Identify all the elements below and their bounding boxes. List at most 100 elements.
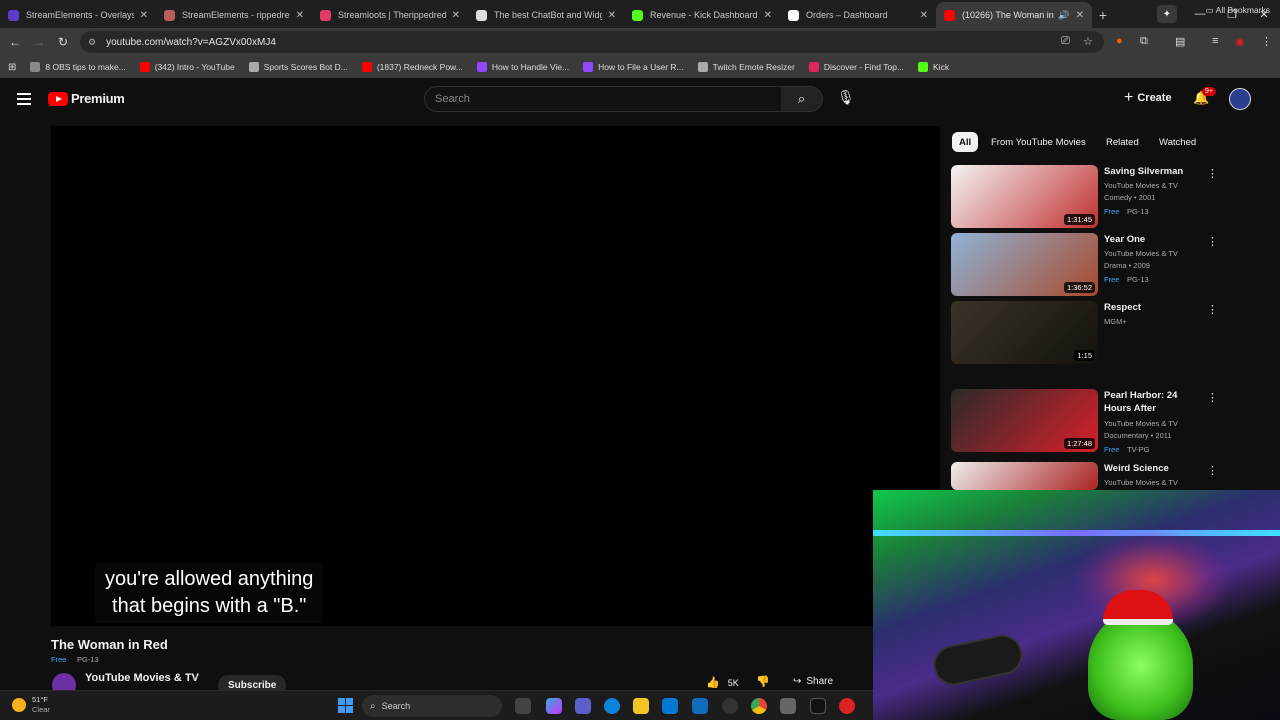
more-options-icon[interactable]: ⋮ [1207, 464, 1218, 477]
recommendation-free-badge: Free [1104, 445, 1120, 454]
new-tab-button[interactable]: + [1092, 2, 1114, 28]
tab-search-button[interactable]: ✦ [1157, 5, 1177, 23]
account-avatar[interactable] [1229, 88, 1251, 110]
dislike-button[interactable]: 👎 [756, 675, 770, 688]
terminal-icon[interactable] [810, 698, 826, 714]
browser-menu-icon[interactable]: ⋮ [1261, 35, 1272, 48]
extensions-puzzle-icon[interactable]: ⧉ [1140, 35, 1148, 48]
video-thumbnail[interactable]: 1:31:45 [951, 165, 1098, 228]
tab-audio-icon[interactable]: 🔊 [1058, 10, 1069, 21]
channel-name[interactable]: YouTube Movies & TV [85, 672, 199, 684]
all-bookmarks-folder[interactable]: ▭ All Bookmarks [1206, 5, 1270, 16]
video-thumbnail[interactable] [951, 462, 1098, 490]
recommendation-title[interactable]: Weird Science [1104, 462, 1204, 475]
obs-icon[interactable] [722, 698, 738, 714]
plus-icon: + [1124, 89, 1134, 106]
share-button[interactable]: ↪ Share [793, 676, 833, 687]
browser-tab-1[interactable]: StreamElements - rippedredne ✕ [156, 2, 312, 28]
extension-icon[interactable]: ● [1116, 35, 1123, 47]
tab-close-icon[interactable]: ✕ [764, 10, 772, 21]
browser-tab-0[interactable]: StreamElements - Overlays ✕ [0, 2, 156, 28]
recommendation-title[interactable]: Pearl Harbor: 24 Hours After [1104, 389, 1204, 415]
profile-avatar-icon[interactable]: ◉ [1235, 35, 1245, 48]
tab-close-icon[interactable]: ✕ [920, 10, 928, 21]
browser-tab-6[interactable]: (10266) The Woman in Red 🔊 ✕ [936, 2, 1092, 28]
task-view-icon[interactable] [515, 698, 531, 714]
recommendation-title[interactable]: Saving Silverman [1104, 165, 1204, 178]
recommendation-item[interactable]: 1:31:45 Saving Silverman YouTube Movies & … [951, 165, 1218, 228]
site-info-icon[interactable]: ⚙ [88, 37, 96, 48]
forward-button[interactable]: → [27, 35, 51, 49]
chrome-icon[interactable] [751, 698, 767, 714]
recommendation-item[interactable]: Weird Science YouTube Movies & TV ⋮ [951, 462, 1218, 490]
reload-button[interactable]: ↻ [51, 35, 75, 49]
recommendation-item[interactable]: 1:27:48 Pearl Harbor: 24 Hours After YouTu… [951, 389, 1218, 454]
tab-close-icon[interactable]: ✕ [608, 10, 616, 21]
tab-close-icon[interactable]: ✕ [1076, 10, 1084, 21]
tab-close-icon[interactable]: ✕ [296, 10, 304, 21]
video-thumbnail[interactable]: 1:27:48 [951, 389, 1098, 452]
duration-badge: 1:31:45 [1063, 214, 1095, 225]
tab-close-icon[interactable]: ✕ [452, 10, 460, 21]
bookmark-item[interactable]: Discover - Find Top... [808, 62, 904, 72]
back-button[interactable]: ← [3, 35, 27, 49]
like-button[interactable]: 👍 5K [706, 676, 739, 689]
browser-tab-4[interactable]: Revenue - Kick Dashboard ✕ [624, 2, 780, 28]
more-options-icon[interactable]: ⋮ [1207, 235, 1218, 248]
chip-from-youtube-movies[interactable]: From YouTube Movies [984, 132, 1093, 152]
url-text: youtube.com/watch?v=AGZVx00xMJ4 [106, 36, 276, 48]
more-options-icon[interactable]: ⋮ [1207, 391, 1218, 404]
bookmark-item[interactable]: Kick [918, 62, 949, 72]
search-button[interactable]: ⌕ [781, 86, 823, 112]
bookmark-item[interactable]: How to File a User R... [583, 62, 684, 72]
edge-icon[interactable] [604, 698, 620, 714]
bookmark-item[interactable]: How to Handle Vie... [476, 62, 569, 72]
chip-all[interactable]: All [952, 132, 979, 152]
tab-title: (10266) The Woman in Red [962, 10, 1054, 20]
app-icon[interactable] [780, 698, 796, 714]
recommendation-item[interactable]: 1:36:52 Year One YouTube Movies & TV Drama … [951, 233, 1218, 296]
voice-search-mic-icon[interactable]: 🎙 [837, 89, 855, 106]
browser-tab-5[interactable]: Orders – Dashboard ✕ [780, 2, 936, 28]
outlook-icon[interactable] [692, 698, 708, 714]
windows-start-icon[interactable] [338, 698, 353, 713]
search-input[interactable]: Search [424, 86, 782, 112]
bookmark-star-icon[interactable]: ☆ [1083, 35, 1093, 48]
tab-close-icon[interactable]: ✕ [140, 10, 148, 21]
video-thumbnail[interactable]: 1:15 [951, 301, 1098, 364]
bookmark-item[interactable]: Sports Scores Bot D... [248, 62, 348, 72]
streaming-app-icon[interactable] [839, 698, 855, 714]
copilot-icon[interactable] [546, 698, 562, 714]
bookmark-item[interactable]: Twitch Emote Resizer [697, 62, 795, 72]
menu-hamburger-icon[interactable] [17, 93, 31, 105]
create-button[interactable]: + Create [1124, 89, 1172, 107]
recommendation-title[interactable]: Year One [1104, 233, 1204, 246]
file-explorer-icon[interactable] [633, 698, 649, 714]
sidepanel-icon[interactable]: ▤ [1175, 35, 1185, 48]
apps-grid-icon[interactable]: ⊞ [8, 62, 16, 73]
taskbar-search[interactable]: ⌕ Search [362, 695, 502, 717]
teams-icon[interactable] [575, 698, 591, 714]
cast-icon[interactable]: ⎚ [1061, 35, 1070, 48]
youtube-logo-icon[interactable] [48, 92, 68, 106]
recommendation-title[interactable]: Respect [1104, 301, 1204, 314]
video-thumbnail[interactable]: 1:36:52 [951, 233, 1098, 296]
tab-favicon-icon [944, 9, 955, 21]
bookmark-item[interactable]: (342) Intro - YouTube [139, 62, 235, 72]
youtube-premium-label[interactable]: Premium [71, 91, 125, 106]
more-options-icon[interactable]: ⋮ [1207, 167, 1218, 180]
weather-widget[interactable]: 51°F Clear [12, 695, 50, 715]
recommendation-item[interactable]: 1:15 Respect MGM+ ⋮ [951, 301, 1218, 364]
bookmark-item[interactable]: 8 OBS tips to make... [30, 62, 126, 72]
bookmark-item[interactable]: (1837) Redneck Pow... [361, 62, 463, 72]
browser-tab-2[interactable]: Streamloots | Therippedredne ✕ [312, 2, 468, 28]
more-options-icon[interactable]: ⋮ [1207, 303, 1218, 316]
chip-watched[interactable]: Watched [1152, 132, 1203, 152]
address-bar[interactable]: ⚙ youtube.com/watch?v=AGZVx00xMJ4 [80, 31, 1104, 53]
media-controls-icon[interactable]: ≡ [1212, 35, 1218, 47]
video-player[interactable] [51, 126, 940, 626]
chip-related[interactable]: Related [1099, 132, 1146, 152]
store-icon[interactable] [662, 698, 678, 714]
browser-tab-3[interactable]: The best ChatBot and Widgets ✕ [468, 2, 624, 28]
bookmark-favicon-icon [583, 62, 594, 72]
